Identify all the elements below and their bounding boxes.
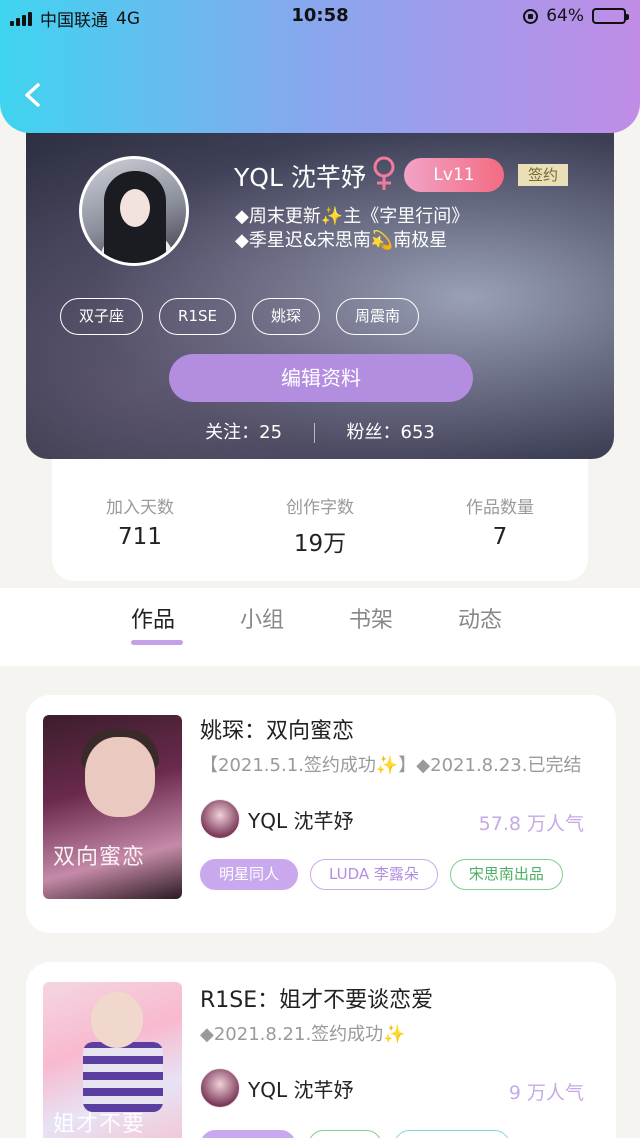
counts-card: 加入天数 711 创作字数 19万 作品数量 7 <box>52 459 588 581</box>
following-count: 25 <box>259 422 283 443</box>
profile-tag[interactable]: 周震南 <box>336 298 420 335</box>
followers-count: 653 <box>400 422 435 443</box>
work-popularity: 9 万人气 <box>508 1082 584 1104</box>
signed-badge: 签约 <box>518 164 568 186</box>
work-tag[interactable]: 宋思南出品 <box>449 859 563 890</box>
status-right: 64% <box>523 6 629 26</box>
work-tags: 明星同人 LUDA 李露朵 宋思南出品 <box>200 859 563 890</box>
bio-line: ◆季星迟&宋思南💫南极星 <box>235 230 448 251</box>
work-tags <box>200 1130 510 1138</box>
count-value: 19万 <box>293 531 347 557</box>
follow-stats: 关注：25 粉丝：653 <box>26 418 614 444</box>
author-avatar <box>200 1068 240 1108</box>
username: YQL 沈芊妤 <box>234 163 366 192</box>
following-label: 关注： <box>205 422 260 443</box>
author-name: YQL 沈芊妤 <box>248 1077 354 1102</box>
tab-works[interactable]: 作品 <box>131 602 175 634</box>
author-avatar <box>200 799 240 839</box>
following-stat[interactable]: 关注：25 <box>205 422 282 443</box>
work-tag[interactable] <box>200 1130 296 1138</box>
tab-activity[interactable]: 动态 <box>458 602 502 634</box>
count-works: 作品数量 7 <box>420 493 580 550</box>
count-words: 创作字数 19万 <box>240 493 400 558</box>
work-cover[interactable]: 双向蜜恋 <box>43 715 182 899</box>
tab-bookshelf[interactable]: 书架 <box>349 602 393 634</box>
level-badge: Lv11 <box>404 158 504 192</box>
profile-tag[interactable]: 双子座 <box>60 298 144 335</box>
status-bar: 中国联通 4G 10:58 64% <box>0 0 640 34</box>
count-label: 加入天数 <box>106 498 174 518</box>
cover-title: 双向蜜恋 <box>53 845 146 870</box>
battery-percent: 64% <box>546 6 584 26</box>
bio-line: ◆周末更新✨主《字里行间》 <box>235 206 470 227</box>
work-tag[interactable]: LUDA 李露朵 <box>310 859 438 890</box>
work-title[interactable]: R1SE：姐才不要谈恋爱 <box>200 982 433 1014</box>
back-arrow-icon[interactable] <box>20 80 46 110</box>
rotation-lock-icon <box>523 8 539 24</box>
work-cover[interactable]: 姐才不要 <box>43 982 182 1138</box>
followers-label: 粉丝： <box>346 422 401 443</box>
bio: ◆周末更新✨主《字里行间》 ◆季星迟&宋思南💫南极星 <box>235 205 469 253</box>
work-tag[interactable] <box>308 1130 382 1138</box>
top-header: 中国联通 4G 10:58 64% <box>0 0 640 133</box>
work-tag[interactable] <box>394 1130 510 1138</box>
cover-title: 姐才不要 <box>53 1112 146 1137</box>
work-popularity: 57.8 万人气 <box>478 813 584 835</box>
work-description: ◆2021.8.21.签约成功✨ <box>200 1024 406 1045</box>
work-description: 【2021.5.1.签约成功✨】◆2021.8.23.已完结 <box>200 755 582 776</box>
count-label: 作品数量 <box>466 498 534 518</box>
divider <box>313 423 315 443</box>
active-tab-indicator <box>131 640 183 645</box>
female-icon <box>373 156 395 190</box>
work-title[interactable]: 姚琛：双向蜜恋 <box>200 713 354 745</box>
count-value: 7 <box>492 524 508 550</box>
work-card[interactable]: 双向蜜恋 姚琛：双向蜜恋 【2021.5.1.签约成功✨】◆2021.8.23.… <box>26 695 616 933</box>
work-card[interactable]: 姐才不要 R1SE：姐才不要谈恋爱 ◆2021.8.21.签约成功✨ YQL 沈… <box>26 962 616 1138</box>
work-tag[interactable]: 明星同人 <box>200 859 299 890</box>
profile-tags: 双子座 R1SE 姚琛 周震南 <box>60 298 420 335</box>
profile-card: YQL 沈芊妤 Lv11 签约 ◆周末更新✨主《字里行间》 ◆季星迟&宋思南💫南… <box>26 100 614 459</box>
avatar[interactable] <box>79 156 189 266</box>
tab-groups[interactable]: 小组 <box>240 602 284 634</box>
profile-tag[interactable]: R1SE <box>159 298 236 335</box>
profile-tag[interactable]: 姚琛 <box>251 298 320 335</box>
count-value: 711 <box>118 524 162 550</box>
tab-bar: 作品 小组 书架 动态 <box>0 588 640 666</box>
work-author[interactable]: YQL 沈芊妤 <box>200 1068 353 1108</box>
author-name: YQL 沈芊妤 <box>248 808 354 833</box>
followers-stat[interactable]: 粉丝：653 <box>347 422 435 443</box>
count-join-days: 加入天数 711 <box>60 493 220 550</box>
work-author[interactable]: YQL 沈芊妤 <box>200 799 353 839</box>
battery-icon <box>592 8 629 24</box>
edit-profile-button[interactable]: 编辑资料 <box>169 354 473 402</box>
count-label: 创作字数 <box>286 498 354 518</box>
